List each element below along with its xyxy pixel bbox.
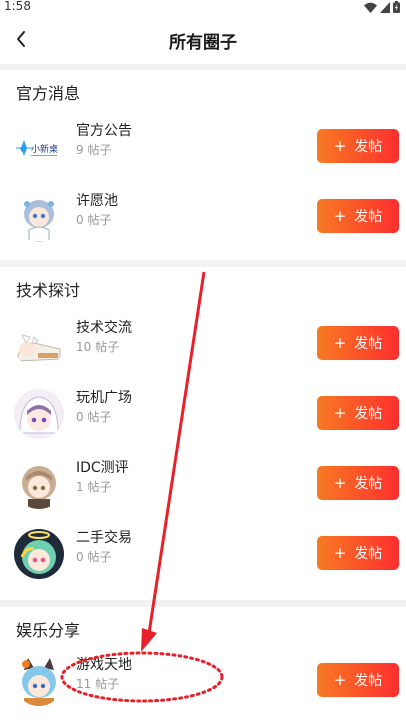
plus-icon: + bbox=[333, 544, 347, 562]
avatar bbox=[14, 459, 64, 509]
avatar bbox=[14, 319, 64, 369]
section-title: 官方消息 bbox=[16, 84, 81, 103]
post-button-label: 发帖 bbox=[354, 476, 383, 492]
anime-girl-cat-ears-icon bbox=[14, 656, 64, 706]
circle-row-wishing-pool[interactable]: 许愿池 0 帖子 + 发帖 bbox=[0, 186, 406, 256]
section-official: 官方消息 小新桌 官方公告 9 帖子 + 发帖 许愿池 0 帖子 + 发帖 bbox=[0, 70, 406, 260]
section-tech: 技术探讨 技术交流 10 帖子 + 发帖 玩机广场 0 帖子 + 发帖 IDC测… bbox=[0, 267, 406, 600]
post-button-label: 发帖 bbox=[354, 546, 383, 562]
status-time: 1:58 bbox=[4, 0, 31, 13]
avatar bbox=[14, 529, 64, 579]
post-count: 10 帖子 bbox=[76, 340, 120, 354]
post-count: 0 帖子 bbox=[76, 550, 112, 564]
post-button[interactable]: + 发帖 bbox=[317, 129, 399, 163]
battery-icon bbox=[393, 1, 400, 13]
post-button-label: 发帖 bbox=[354, 209, 383, 225]
circle-row-device-plaza[interactable]: 玩机广场 0 帖子 + 发帖 bbox=[0, 383, 406, 453]
post-count: 1 帖子 bbox=[76, 480, 112, 494]
post-count: 9 帖子 bbox=[76, 143, 112, 157]
post-button[interactable]: + 发帖 bbox=[317, 466, 399, 500]
anime-girl-brown-hair-icon bbox=[14, 459, 64, 509]
post-count: 0 帖子 bbox=[76, 213, 112, 227]
post-button-label: 发帖 bbox=[354, 336, 383, 352]
circle-name: 二手交易 bbox=[76, 530, 132, 546]
post-button[interactable]: + 发帖 bbox=[317, 536, 399, 570]
xiaoxinzhuo-logo-icon: 小新桌 bbox=[14, 122, 64, 172]
circle-name: 许愿池 bbox=[76, 193, 118, 209]
wifi-icon bbox=[364, 2, 377, 13]
anime-girl-purple-hood-icon bbox=[14, 389, 64, 439]
app-header: 所有圈子 bbox=[0, 14, 406, 64]
post-button-label: 发帖 bbox=[354, 406, 383, 422]
circle-row-tech-exchange[interactable]: 技术交流 10 帖子 + 发帖 bbox=[0, 313, 406, 383]
post-button[interactable]: + 发帖 bbox=[317, 396, 399, 430]
post-count: 11 帖子 bbox=[76, 677, 120, 691]
section-title: 娱乐分享 bbox=[16, 621, 81, 640]
logo-text: 小新桌 bbox=[31, 143, 58, 155]
plus-icon: + bbox=[333, 137, 347, 155]
circle-name: 技术交流 bbox=[76, 320, 132, 336]
post-button[interactable]: + 发帖 bbox=[317, 663, 399, 697]
circle-name: 游戏天地 bbox=[76, 657, 132, 673]
post-count: 0 帖子 bbox=[76, 410, 112, 424]
status-bar: 1:58 bbox=[0, 0, 406, 14]
page-title: 所有圈子 bbox=[169, 33, 237, 53]
circle-name: 玩机广场 bbox=[76, 390, 132, 406]
signal-icon bbox=[380, 1, 390, 13]
circle-row-gaming[interactable]: 游戏天地 11 帖子 + 发帖 bbox=[0, 650, 406, 720]
anime-girl-lying-icon bbox=[14, 319, 64, 369]
avatar bbox=[14, 389, 64, 439]
plus-icon: + bbox=[333, 474, 347, 492]
circle-name: IDC测评 bbox=[76, 460, 129, 476]
circle-row-second-hand[interactable]: 二手交易 0 帖子 + 发帖 bbox=[0, 523, 406, 593]
avatar bbox=[14, 192, 64, 242]
post-button[interactable]: + 发帖 bbox=[317, 326, 399, 360]
section-title: 技术探讨 bbox=[16, 281, 81, 300]
post-button-label: 发帖 bbox=[354, 139, 383, 155]
circle-row-idc-review[interactable]: IDC测评 1 帖子 + 发帖 bbox=[0, 453, 406, 523]
plus-icon: + bbox=[333, 671, 347, 689]
circle-row-announcement[interactable]: 小新桌 官方公告 9 帖子 + 发帖 bbox=[0, 116, 406, 186]
status-icons bbox=[364, 0, 400, 14]
anime-girl-halo-icon bbox=[14, 529, 64, 579]
post-button[interactable]: + 发帖 bbox=[317, 199, 399, 233]
avatar: 小新桌 bbox=[14, 122, 64, 172]
plus-icon: + bbox=[333, 404, 347, 422]
plus-icon: + bbox=[333, 334, 347, 352]
avatar bbox=[14, 656, 64, 706]
post-button-label: 发帖 bbox=[354, 673, 383, 689]
plus-icon: + bbox=[333, 207, 347, 225]
anime-girl-blue-hair-icon bbox=[14, 192, 64, 242]
circle-name: 官方公告 bbox=[76, 123, 132, 139]
section-entertainment: 娱乐分享 游戏天地 11 帖子 + 发帖 bbox=[0, 607, 406, 726]
